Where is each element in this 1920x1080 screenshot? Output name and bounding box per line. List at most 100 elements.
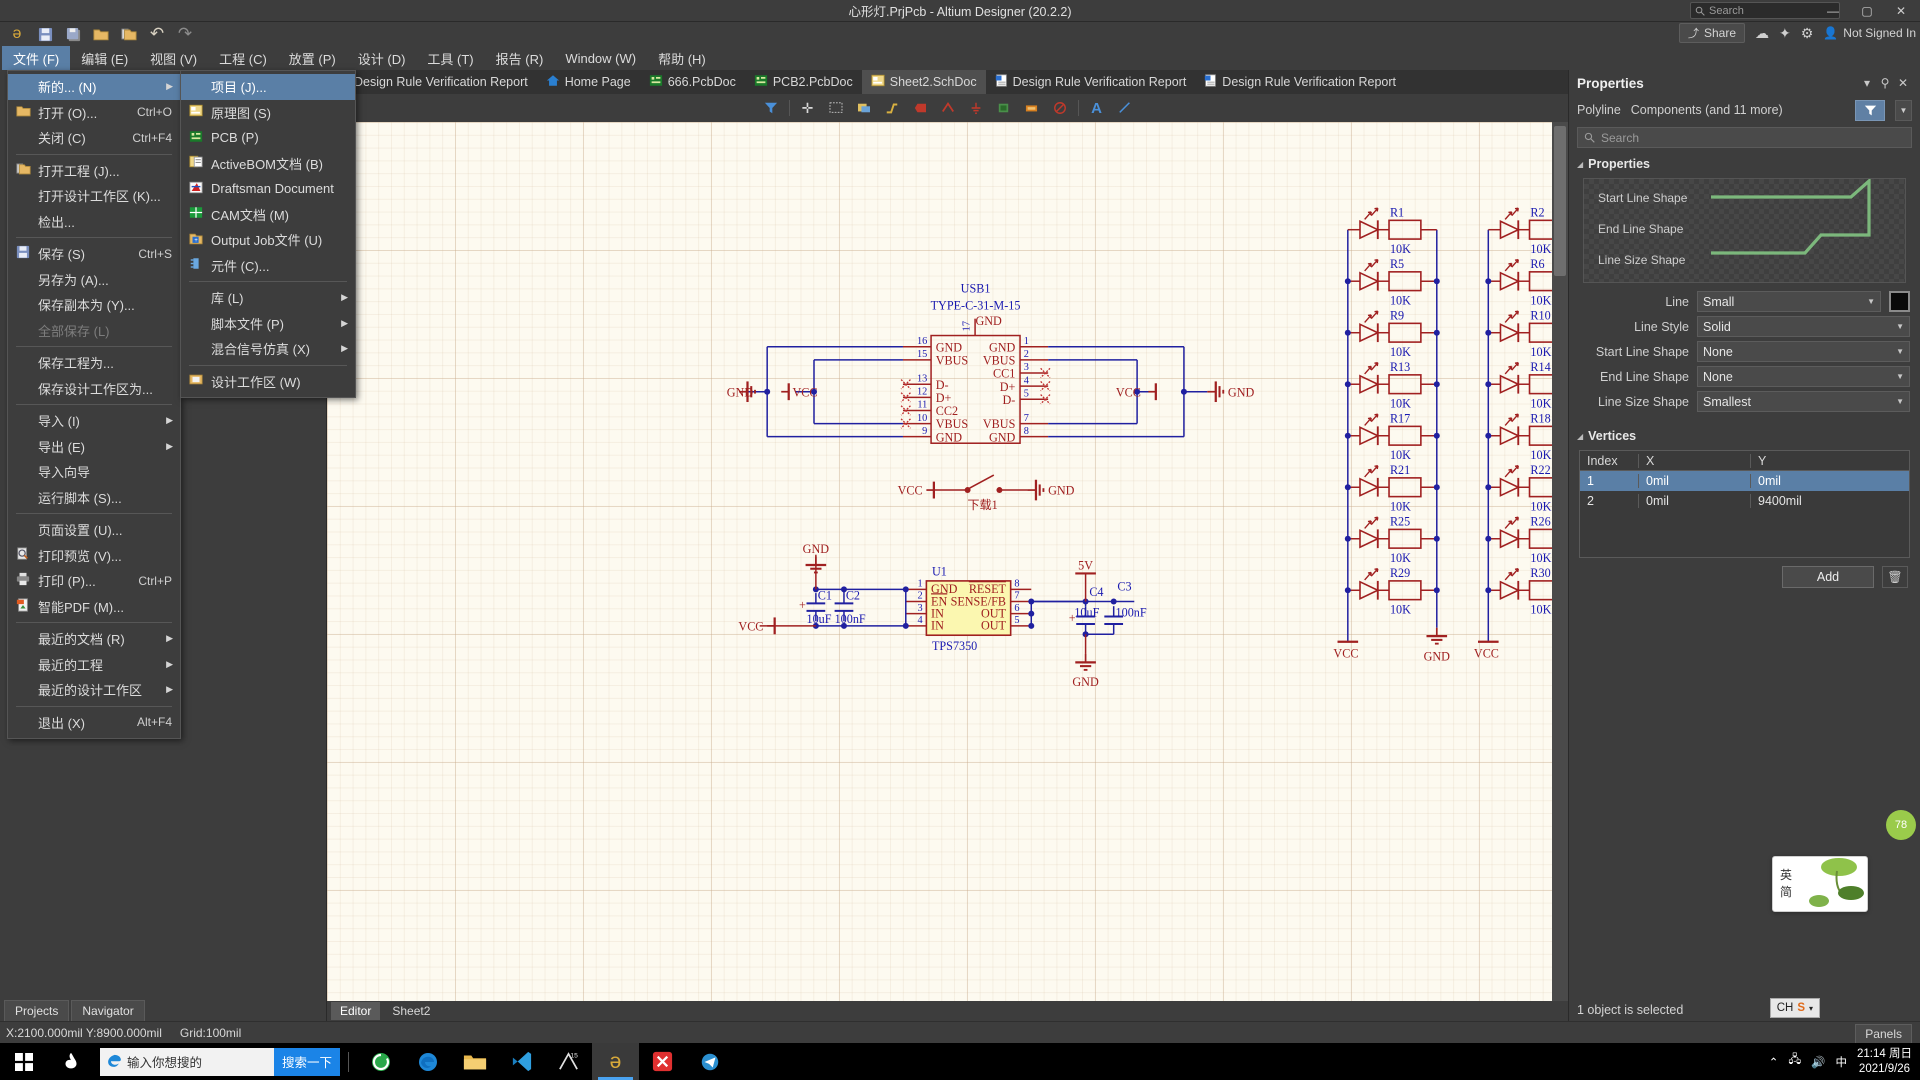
ime-ch-indicator[interactable]: CH S ▾ — [1769, 998, 1820, 1018]
open-project-icon[interactable] — [116, 23, 142, 45]
menu-item-17[interactable]: 导出 (E) ▶ — [8, 434, 180, 460]
menu-item-1[interactable]: 原理图 (S) — [181, 100, 355, 126]
line-color-swatch[interactable] — [1889, 291, 1910, 312]
menu-7[interactable]: 报告 (R) — [485, 46, 555, 70]
filter-dropdown-button[interactable]: ▼ — [1895, 99, 1912, 121]
menu-1[interactable]: 编辑 (E) — [70, 46, 139, 70]
close-button[interactable]: ✕ — [1884, 0, 1918, 22]
vertices-row[interactable]: 2 0mil 9400mil — [1580, 491, 1909, 511]
menu-item-22[interactable]: 打印预览 (V)... — [8, 543, 180, 569]
left-tab-navigator[interactable]: Navigator — [71, 1000, 145, 1021]
doc-tab-5[interactable]: Design Rule Verification Report — [986, 70, 1196, 94]
account-status[interactable]: 👤 Not Signed In — [1823, 26, 1916, 40]
doc-tab-0[interactable]: Design Rule Verification Report — [327, 70, 537, 94]
place-port-icon[interactable] — [907, 97, 933, 119]
left-tab-projects[interactable]: Projects — [4, 1000, 70, 1021]
menu-item-3[interactable]: ActiveBOM文档 (B) — [181, 151, 355, 177]
menu-item-7[interactable]: 元件 (C)... — [181, 253, 355, 279]
menu-item-13[interactable]: 保存工程为... — [8, 350, 180, 376]
menu-0[interactable]: 文件 (F) — [2, 46, 71, 70]
place-gnd-icon[interactable] — [963, 97, 989, 119]
taskbar-search-box[interactable]: 输入你想搜的 搜索一下 — [100, 1047, 340, 1076]
menu-5[interactable]: 设计 (D) — [347, 46, 417, 70]
save-all-icon[interactable] — [60, 23, 86, 45]
taskbar-search-button[interactable]: 搜索一下 — [273, 1047, 340, 1076]
panels-button[interactable]: Panels — [1855, 1024, 1912, 1044]
place-text-icon[interactable]: A — [1084, 97, 1110, 119]
cad-icon[interactable]: 15 — [545, 1043, 592, 1080]
crosshair-icon[interactable]: ✛ — [795, 97, 821, 119]
place-nodirective-icon[interactable] — [1047, 97, 1073, 119]
chevron-up-icon[interactable]: ⌃ — [1769, 1055, 1779, 1069]
vertices-row[interactable]: 1 0mil 0mil — [1580, 471, 1909, 491]
menu-item-21[interactable]: 页面设置 (U)... — [8, 517, 180, 543]
property-combo-line[interactable]: Small ▼ — [1697, 291, 1881, 312]
chevron-down-icon[interactable]: ▾ — [1858, 76, 1876, 90]
schematic-canvas[interactable]: USB1 TYPE-C-31-M-15 GND 17 16 GND 15 VBUS 13 D- 12… — [327, 122, 1552, 1001]
doc-tab-4[interactable]: Sheet2.SchDoc — [861, 70, 986, 94]
ime-floating-bar[interactable]: 英 简 — [1772, 856, 1868, 912]
floating-bubble-badge[interactable]: 78 — [1886, 810, 1916, 840]
doc-tab-2[interactable]: 666.PcbDoc — [640, 70, 745, 94]
network-icon[interactable]: 🖧 — [1788, 1052, 1801, 1071]
cloud-icon[interactable]: ☁ — [1755, 25, 1769, 42]
menu-item-4[interactable]: 打开工程 (J)... — [8, 158, 180, 184]
menu-item-6[interactable]: + Output Job文件 (U) — [181, 227, 355, 253]
trash-icon[interactable]: 🗑 — [1882, 566, 1908, 588]
menu-item-10[interactable]: 保存副本为 (Y)... — [8, 292, 180, 318]
360-browser-icon[interactable] — [357, 1043, 404, 1080]
filter-icon[interactable] — [1855, 99, 1885, 121]
place-wire-icon[interactable] — [1019, 97, 1045, 119]
menu-9[interactable]: 帮助 (H) — [647, 46, 717, 70]
menu-item-0[interactable]: 项目 (J)... — [181, 74, 355, 100]
save-icon[interactable] — [32, 23, 58, 45]
ime-icon[interactable]: 中 — [1836, 1054, 1848, 1070]
open-icon[interactable] — [88, 23, 114, 45]
wand-icon[interactable]: ✦ — [1779, 25, 1791, 42]
menu-item-9[interactable]: 另存为 (A)... — [8, 267, 180, 293]
windows-start-icon[interactable] — [0, 1043, 47, 1080]
menu-item-6[interactable]: 检出... — [8, 209, 180, 235]
volume-icon[interactable]: 🔊 — [1811, 1055, 1825, 1069]
menu-8[interactable]: Window (W) — [554, 46, 647, 70]
redo-icon[interactable]: ↷ — [172, 23, 198, 45]
menu-item-5[interactable]: CAM文档 (M) — [181, 202, 355, 228]
taskbar-clock[interactable]: 21:14 周日 2021/9/26 — [1857, 1047, 1912, 1076]
menu-item-9[interactable]: 库 (L) ▶ — [181, 285, 355, 311]
menu-item-19[interactable]: 运行脚本 (S)... — [8, 485, 180, 511]
sogou-icon[interactable] — [47, 1043, 94, 1080]
menu-item-10[interactable]: 脚本文件 (P) ▶ — [181, 311, 355, 337]
menu-3[interactable]: 工程 (C) — [208, 46, 278, 70]
chevron-down-icon[interactable]: ▾ — [1809, 1004, 1813, 1013]
xmind-icon[interactable] — [639, 1043, 686, 1080]
scrollbar-thumb[interactable] — [1554, 126, 1566, 276]
menu-item-28[interactable]: 最近的设计工作区 ▶ — [8, 677, 180, 703]
gear-icon[interactable]: ⚙ — [1801, 25, 1814, 42]
doc-tab-1[interactable]: Home Page — [537, 70, 640, 94]
place-part-icon[interactable] — [991, 97, 1017, 119]
place-bus-icon[interactable] — [879, 97, 905, 119]
canvas-vertical-scrollbar[interactable] — [1552, 122, 1568, 1001]
vscode-icon[interactable] — [498, 1043, 545, 1080]
altium-logo-icon[interactable]: ə — [4, 23, 30, 45]
altium-icon[interactable]: ə — [592, 1043, 639, 1080]
place-sheet-icon[interactable] — [851, 97, 877, 119]
menu-4[interactable]: 放置 (P) — [278, 46, 347, 70]
menu-item-8[interactable]: 保存 (S) Ctrl+S — [8, 241, 180, 267]
properties-search-input[interactable]: Search — [1577, 127, 1912, 148]
close-icon[interactable]: ✕ — [1894, 76, 1912, 90]
menu-item-24[interactable]: 智能PDF (M)... — [8, 594, 180, 620]
property-combo-line-style[interactable]: Solid ▼ — [1697, 316, 1910, 337]
menu-item-4[interactable]: Draftsman Document — [181, 176, 355, 202]
menu-item-13[interactable]: 设计工作区 (W) — [181, 369, 355, 395]
menu-item-30[interactable]: 退出 (X) Alt+F4 — [8, 710, 180, 736]
property-combo-line-size-shape[interactable]: Smallest ▼ — [1697, 391, 1910, 412]
minimize-button[interactable]: — — [1816, 0, 1850, 22]
doc-tab-6[interactable]: Design Rule Verification Report — [1195, 70, 1405, 94]
add-vertex-button[interactable]: Add — [1782, 566, 1874, 588]
vertices-table[interactable]: Index X Y 1 0mil 0mil 2 0mil 9400mil — [1579, 450, 1910, 558]
menu-item-11[interactable]: 混合信号仿真 (X) ▶ — [181, 336, 355, 362]
undo-icon[interactable]: ↶ — [144, 23, 170, 45]
section-header-properties[interactable]: ◢ Properties — [1569, 154, 1920, 174]
editor-tab-sheet2[interactable]: Sheet2 — [383, 1002, 439, 1020]
